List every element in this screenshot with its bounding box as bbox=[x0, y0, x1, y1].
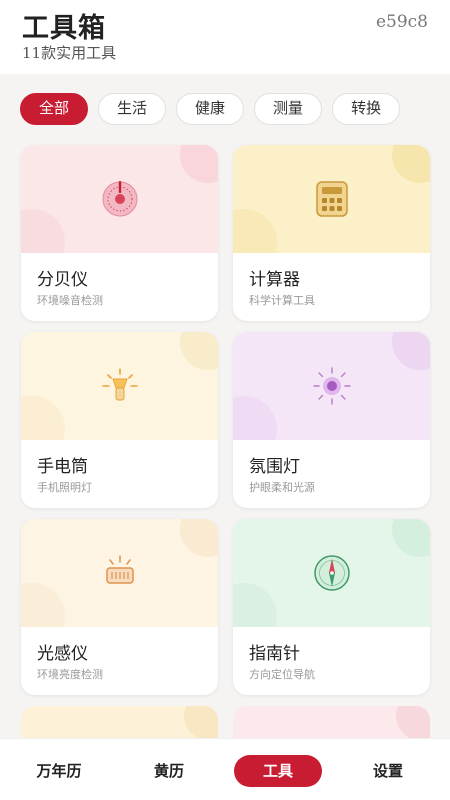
decibel-icon bbox=[102, 181, 137, 217]
card-banner bbox=[233, 332, 430, 440]
tool-desc: 护眼柔和光源 bbox=[249, 481, 315, 494]
filter-convert[interactable]: 转换 bbox=[332, 93, 401, 125]
tab-settings[interactable]: 设置 bbox=[344, 755, 432, 787]
tool-desc: 方向定位导航 bbox=[249, 668, 315, 681]
tool-desc: 科学计算工具 bbox=[249, 294, 315, 307]
tool-name: 计算器 bbox=[249, 270, 300, 290]
filter-life[interactable]: 生活 bbox=[98, 93, 167, 125]
page-subtitle: 11款实用工具 bbox=[22, 44, 117, 62]
tool-card-compass[interactable]: 指南针 方向定位导航 bbox=[233, 519, 430, 695]
card-banner bbox=[21, 332, 218, 440]
tool-desc: 手机照明灯 bbox=[37, 481, 92, 494]
compass-icon bbox=[313, 555, 350, 591]
tool-name: 分贝仪 bbox=[37, 270, 88, 290]
app-header: 工具箱 11款实用工具 e59c8 bbox=[0, 0, 450, 74]
card-banner bbox=[233, 519, 430, 627]
ambient-light-icon bbox=[312, 367, 351, 405]
tab-tools[interactable]: 工具 bbox=[234, 755, 322, 787]
tool-card-calculator[interactable]: 计算器 科学计算工具 bbox=[233, 145, 430, 321]
tool-card-decibel[interactable]: 分贝仪 环境噪音检测 bbox=[21, 145, 218, 321]
tool-desc: 环境噪音检测 bbox=[37, 294, 103, 307]
tab-almanac[interactable]: 黄历 bbox=[125, 755, 213, 787]
card-banner bbox=[21, 519, 218, 627]
filter-measure[interactable]: 测量 bbox=[254, 93, 323, 125]
tool-card-flashlight[interactable]: 手电筒 手机照明灯 bbox=[21, 332, 218, 508]
filter-bar: 全部 生活 健康 测量 转换 bbox=[20, 93, 401, 125]
light-meter-icon bbox=[105, 555, 134, 584]
tool-name: 氛围灯 bbox=[249, 457, 300, 477]
tool-name: 手电筒 bbox=[37, 457, 88, 477]
tool-card-light-meter[interactable]: 光感仪 环境亮度检测 bbox=[21, 519, 218, 695]
filter-health[interactable]: 健康 bbox=[176, 93, 245, 125]
header-code: e59c8 bbox=[375, 12, 428, 32]
filter-all[interactable]: 全部 bbox=[20, 93, 89, 125]
flashlight-icon bbox=[101, 368, 138, 401]
tab-calendar[interactable]: 万年历 bbox=[15, 755, 103, 787]
tool-name: 指南针 bbox=[249, 644, 300, 664]
page-title: 工具箱 bbox=[22, 13, 106, 44]
tool-card-ambient-light[interactable]: 氛围灯 护眼柔和光源 bbox=[233, 332, 430, 508]
bottom-tab-bar: 万年历 黄历 工具 设置 bbox=[0, 738, 450, 800]
tool-desc: 环境亮度检测 bbox=[37, 668, 103, 681]
card-banner bbox=[233, 145, 430, 253]
calculator-icon bbox=[315, 181, 348, 217]
card-banner bbox=[21, 145, 218, 253]
tool-name: 光感仪 bbox=[37, 644, 88, 664]
